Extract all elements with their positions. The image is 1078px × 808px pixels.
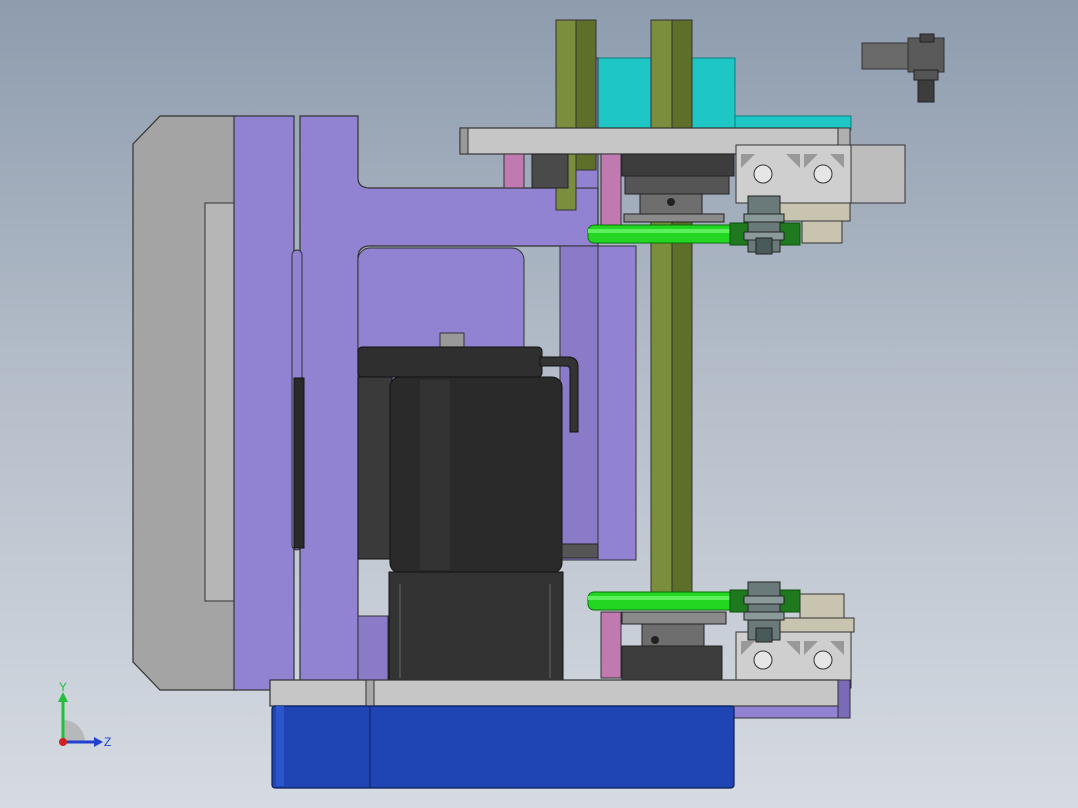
blue-base[interactable] bbox=[271, 705, 735, 789]
z-axis-label: Z bbox=[104, 735, 111, 749]
bottom-spindle[interactable] bbox=[621, 611, 727, 681]
clamp-part[interactable] bbox=[861, 33, 945, 103]
purple-plate-left[interactable] bbox=[233, 115, 295, 691]
x-axis-dot bbox=[59, 738, 67, 746]
c-frame[interactable] bbox=[132, 115, 237, 691]
y-axis-label: Y bbox=[59, 680, 67, 694]
bottom-pulley[interactable] bbox=[743, 581, 785, 643]
orientation-triad: Y Z bbox=[58, 680, 111, 749]
triad-plane bbox=[63, 720, 85, 742]
z-axis-arrow bbox=[94, 737, 103, 747]
top-pulley[interactable] bbox=[743, 195, 785, 255]
cad-model[interactable] bbox=[0, 0, 1078, 808]
graphics-viewport[interactable]: Y Z bbox=[0, 0, 1078, 808]
cyan-bracket[interactable] bbox=[596, 57, 852, 131]
